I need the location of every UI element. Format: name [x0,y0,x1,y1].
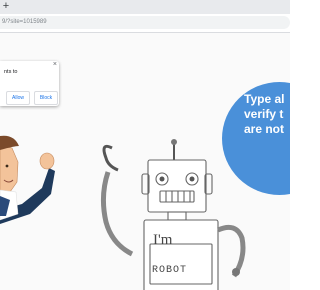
hero-text: Type al verify t are not [244,92,304,137]
block-button[interactable]: Block [34,91,58,105]
address-url: 9/?site=1015989 [2,19,47,25]
cartoon-man-illustration [0,135,55,224]
page-content: I'm ROBOT × nts to Allow Block [0,33,290,290]
man-face [0,145,19,195]
address-bar[interactable]: 9/?site=1015989 [0,16,290,29]
hero-line-1: Type al [244,92,285,106]
permission-message: nts to [4,69,18,75]
allow-button[interactable]: Allow [6,91,30,105]
new-tab-button[interactable]: + [1,0,11,12]
close-icon[interactable]: × [53,61,57,69]
browser-toolbar: 9/?site=1015989 [0,14,290,33]
hero-line-2: verify t [244,107,284,121]
tab-strip: + [0,0,290,14]
notification-permission-prompt: × nts to Allow Block [0,61,59,106]
hero-line-3: are not [244,122,285,136]
man-hand [39,152,55,170]
robot-chest-text: ROBOT [152,265,187,276]
robot-badge-text: I'm [153,232,173,248]
